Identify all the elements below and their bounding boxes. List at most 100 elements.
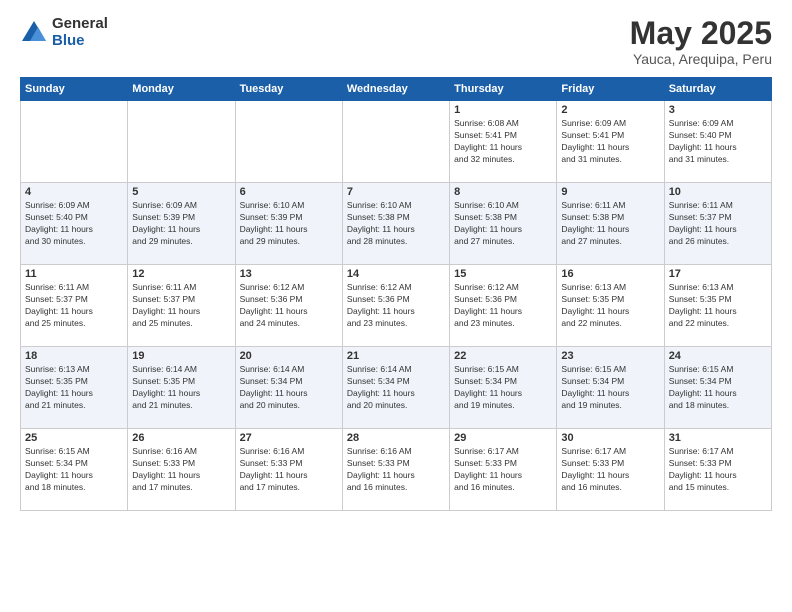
- day-number: 12: [132, 268, 230, 280]
- calendar-cell: 17 Sunrise: 6:13 AM Sunset: 5:35 PM Dayli…: [664, 265, 771, 347]
- calendar-subtitle: Yauca, Arequipa, Peru: [630, 51, 772, 67]
- calendar-cell: 3 Sunrise: 6:09 AM Sunset: 5:40 PM Daylig…: [664, 101, 771, 183]
- weekday-header: Wednesday: [342, 78, 449, 101]
- day-number: 13: [240, 268, 338, 280]
- day-info: Sunrise: 6:15 AM Sunset: 5:34 PM Dayligh…: [454, 364, 552, 412]
- calendar-table: SundayMondayTuesdayWednesdayThursdayFrid…: [20, 77, 772, 511]
- day-number: 28: [347, 432, 445, 444]
- calendar-cell: 13Sunrise: 6:12 AM Sunset: 5:36 PM Dayli…: [235, 265, 342, 347]
- calendar-cell: 23 Sunrise: 6:15 AM Sunset: 5:34 PM Dayli…: [557, 347, 664, 429]
- calendar-cell: 4Sunrise: 6:09 AM Sunset: 5:40 PM Daylig…: [21, 183, 128, 265]
- calendar-cell: 24 Sunrise: 6:15 AM Sunset: 5:34 PM Dayli…: [664, 347, 771, 429]
- calendar-week-row: 4Sunrise: 6:09 AM Sunset: 5:40 PM Daylig…: [21, 183, 772, 265]
- day-number: 22: [454, 350, 552, 362]
- title-block: May 2025 Yauca, Arequipa, Peru: [630, 16, 772, 67]
- day-number: 17: [669, 268, 767, 280]
- day-number: 27: [240, 432, 338, 444]
- day-info: Sunrise: 6:09 AM Sunset: 5:40 PM Dayligh…: [669, 118, 767, 166]
- day-number: 14: [347, 268, 445, 280]
- calendar-cell: [21, 101, 128, 183]
- day-info: Sunrise: 6:10 AM Sunset: 5:38 PM Dayligh…: [454, 200, 552, 248]
- day-info: Sunrise: 6:14 AM Sunset: 5:34 PM Dayligh…: [240, 364, 338, 412]
- calendar-cell: 9 Sunrise: 6:11 AM Sunset: 5:38 PM Daylig…: [557, 183, 664, 265]
- day-number: 18: [25, 350, 123, 362]
- day-info: Sunrise: 6:10 AM Sunset: 5:38 PM Dayligh…: [347, 200, 445, 248]
- day-number: 23: [561, 350, 659, 362]
- day-info: Sunrise: 6:11 AM Sunset: 5:38 PM Dayligh…: [561, 200, 659, 248]
- weekday-header: Sunday: [21, 78, 128, 101]
- weekday-header-row: SundayMondayTuesdayWednesdayThursdayFrid…: [21, 78, 772, 101]
- day-number: 30: [561, 432, 659, 444]
- day-info: Sunrise: 6:17 AM Sunset: 5:33 PM Dayligh…: [669, 446, 767, 494]
- logo-general: General: [52, 16, 108, 33]
- calendar-cell: 20 Sunrise: 6:14 AM Sunset: 5:34 PM Dayli…: [235, 347, 342, 429]
- day-info: Sunrise: 6:13 AM Sunset: 5:35 PM Dayligh…: [669, 282, 767, 330]
- day-info: Sunrise: 6:10 AM Sunset: 5:39 PM Dayligh…: [240, 200, 338, 248]
- day-number: 20: [240, 350, 338, 362]
- day-number: 9: [561, 186, 659, 198]
- day-info: Sunrise: 6:17 AM Sunset: 5:33 PM Dayligh…: [454, 446, 552, 494]
- day-number: 29: [454, 432, 552, 444]
- day-info: Sunrise: 6:17 AM Sunset: 5:33 PM Dayligh…: [561, 446, 659, 494]
- day-info: Sunrise: 6:14 AM Sunset: 5:35 PM Dayligh…: [132, 364, 230, 412]
- day-info: Sunrise: 6:11 AM Sunset: 5:37 PM Dayligh…: [132, 282, 230, 330]
- calendar-cell: 15Sunrise: 6:12 AM Sunset: 5:36 PM Dayli…: [450, 265, 557, 347]
- calendar-cell: 5Sunrise: 6:09 AM Sunset: 5:39 PM Daylig…: [128, 183, 235, 265]
- day-info: Sunrise: 6:15 AM Sunset: 5:34 PM Dayligh…: [669, 364, 767, 412]
- calendar-cell: 31Sunrise: 6:17 AM Sunset: 5:33 PM Dayli…: [664, 429, 771, 511]
- day-info: Sunrise: 6:16 AM Sunset: 5:33 PM Dayligh…: [132, 446, 230, 494]
- day-info: Sunrise: 6:09 AM Sunset: 5:41 PM Dayligh…: [561, 118, 659, 166]
- day-info: Sunrise: 6:13 AM Sunset: 5:35 PM Dayligh…: [561, 282, 659, 330]
- day-number: 3: [669, 104, 767, 116]
- calendar-cell: 18Sunrise: 6:13 AM Sunset: 5:35 PM Dayli…: [21, 347, 128, 429]
- calendar-cell: 1Sunrise: 6:08 AM Sunset: 5:41 PM Daylig…: [450, 101, 557, 183]
- day-info: Sunrise: 6:12 AM Sunset: 5:36 PM Dayligh…: [347, 282, 445, 330]
- day-number: 8: [454, 186, 552, 198]
- day-info: Sunrise: 6:15 AM Sunset: 5:34 PM Dayligh…: [561, 364, 659, 412]
- logo-icon: [20, 19, 48, 47]
- day-number: 16: [561, 268, 659, 280]
- calendar-cell: 27 Sunrise: 6:16 AM Sunset: 5:33 PM Dayli…: [235, 429, 342, 511]
- day-number: 11: [25, 268, 123, 280]
- calendar-cell: 11 Sunrise: 6:11 AM Sunset: 5:37 PM Dayli…: [21, 265, 128, 347]
- calendar-cell: [128, 101, 235, 183]
- day-number: 19: [132, 350, 230, 362]
- logo-text: General Blue: [52, 16, 108, 49]
- calendar-title: May 2025: [630, 16, 772, 51]
- header: General Blue May 2025 Yauca, Arequipa, P…: [20, 16, 772, 67]
- calendar-week-row: 11 Sunrise: 6:11 AM Sunset: 5:37 PM Dayli…: [21, 265, 772, 347]
- page: General Blue May 2025 Yauca, Arequipa, P…: [0, 0, 792, 612]
- day-number: 25: [25, 432, 123, 444]
- calendar-cell: 7 Sunrise: 6:10 AM Sunset: 5:38 PM Daylig…: [342, 183, 449, 265]
- calendar-cell: 26 Sunrise: 6:16 AM Sunset: 5:33 PM Dayli…: [128, 429, 235, 511]
- day-number: 2: [561, 104, 659, 116]
- weekday-header: Saturday: [664, 78, 771, 101]
- calendar-cell: 28Sunrise: 6:16 AM Sunset: 5:33 PM Dayli…: [342, 429, 449, 511]
- weekday-header: Monday: [128, 78, 235, 101]
- logo: General Blue: [20, 16, 108, 49]
- day-info: Sunrise: 6:16 AM Sunset: 5:33 PM Dayligh…: [240, 446, 338, 494]
- day-info: Sunrise: 6:11 AM Sunset: 5:37 PM Dayligh…: [25, 282, 123, 330]
- day-number: 26: [132, 432, 230, 444]
- calendar-week-row: 25 Sunrise: 6:15 AM Sunset: 5:34 PM Dayli…: [21, 429, 772, 511]
- calendar-cell: 22 Sunrise: 6:15 AM Sunset: 5:34 PM Dayli…: [450, 347, 557, 429]
- day-info: Sunrise: 6:09 AM Sunset: 5:40 PM Dayligh…: [25, 200, 123, 248]
- day-number: 15: [454, 268, 552, 280]
- weekday-header: Tuesday: [235, 78, 342, 101]
- calendar-cell: 19 Sunrise: 6:14 AM Sunset: 5:35 PM Dayli…: [128, 347, 235, 429]
- calendar-cell: 25 Sunrise: 6:15 AM Sunset: 5:34 PM Dayli…: [21, 429, 128, 511]
- calendar-cell: 29 Sunrise: 6:17 AM Sunset: 5:33 PM Dayli…: [450, 429, 557, 511]
- calendar-cell: [235, 101, 342, 183]
- calendar-cell: 2 Sunrise: 6:09 AM Sunset: 5:41 PM Daylig…: [557, 101, 664, 183]
- day-number: 24: [669, 350, 767, 362]
- weekday-header: Friday: [557, 78, 664, 101]
- day-info: Sunrise: 6:15 AM Sunset: 5:34 PM Dayligh…: [25, 446, 123, 494]
- calendar-cell: 30 Sunrise: 6:17 AM Sunset: 5:33 PM Dayli…: [557, 429, 664, 511]
- logo-blue: Blue: [52, 33, 108, 50]
- calendar-cell: 6Sunrise: 6:10 AM Sunset: 5:39 PM Daylig…: [235, 183, 342, 265]
- calendar-cell: [342, 101, 449, 183]
- calendar-week-row: 1Sunrise: 6:08 AM Sunset: 5:41 PM Daylig…: [21, 101, 772, 183]
- day-number: 1: [454, 104, 552, 116]
- calendar-cell: 16 Sunrise: 6:13 AM Sunset: 5:35 PM Dayli…: [557, 265, 664, 347]
- day-number: 7: [347, 186, 445, 198]
